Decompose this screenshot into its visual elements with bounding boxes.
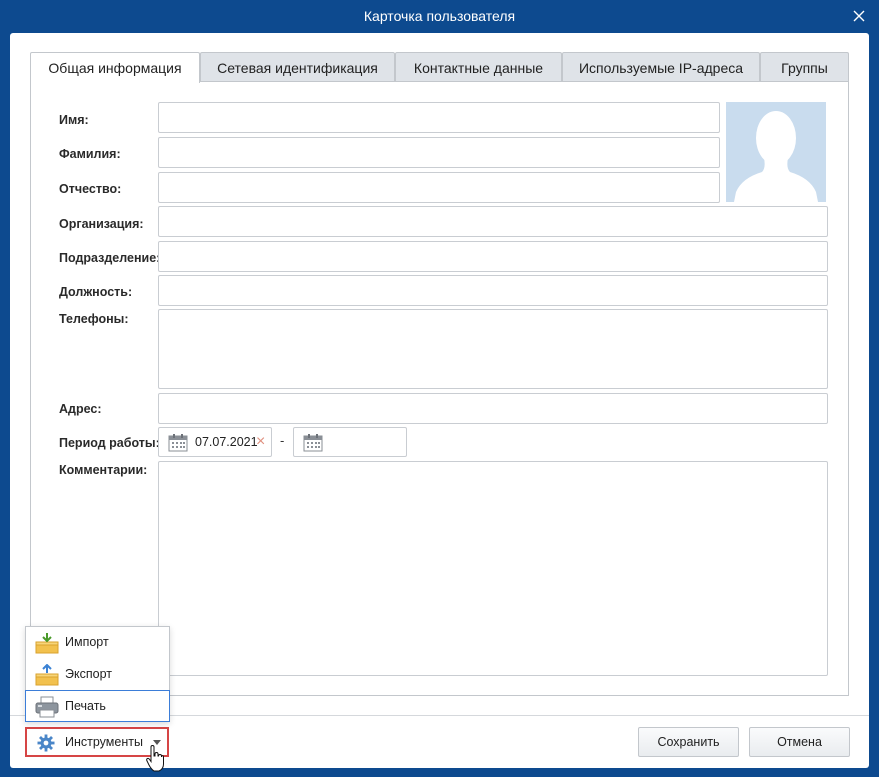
tab-ip-addresses[interactable]: Используемые IP-адреса [562, 52, 760, 82]
cancel-button[interactable]: Отмена [749, 727, 850, 757]
address-field[interactable] [158, 393, 828, 424]
first-name-field[interactable] [158, 102, 720, 133]
printer-icon [35, 696, 59, 718]
date-range-separator: - [280, 433, 285, 448]
menu-item-export-label: Экспорт [65, 667, 112, 681]
work-period-from-value: 07.07.2021 [195, 435, 258, 449]
export-icon [35, 664, 59, 686]
comments-label: Комментарии: [59, 463, 148, 477]
tab-groups[interactable]: Группы [760, 52, 849, 82]
gear-icon [37, 734, 55, 752]
last-name-field[interactable] [158, 137, 720, 168]
dialog-body: Общая информация Сетевая идентификация К… [10, 33, 869, 772]
middle-name-label: Отчество: [59, 182, 122, 196]
tab-general-info[interactable]: Общая информация [30, 52, 200, 83]
hand-cursor-icon [146, 745, 164, 772]
address-label: Адрес: [59, 402, 102, 416]
organization-field[interactable] [158, 206, 828, 237]
position-label: Должность: [59, 285, 133, 299]
first-name-label: Имя: [59, 113, 89, 127]
department-label: Подразделение: [59, 251, 161, 265]
work-period-label: Период работы: [59, 436, 160, 450]
calendar-icon[interactable] [168, 433, 188, 452]
avatar-silhouette-icon [726, 102, 826, 202]
menu-item-import-label: Импорт [65, 635, 109, 649]
user-photo-placeholder[interactable] [726, 102, 826, 202]
work-period-from-date[interactable]: 07.07.2021 × [158, 427, 272, 457]
phones-field[interactable] [158, 309, 828, 389]
menu-item-print-label: Печать [65, 699, 106, 713]
title-bar: Карточка пользователя [0, 0, 879, 33]
phones-label: Телефоны: [59, 312, 129, 326]
general-info-panel: Имя: Фамилия: Отчество: Организация: Под… [30, 81, 849, 696]
menu-item-import[interactable]: Импорт [26, 627, 169, 659]
window-title: Карточка пользователя [363, 8, 516, 24]
organization-label: Организация: [59, 217, 144, 231]
position-field[interactable] [158, 275, 828, 306]
comments-field[interactable] [158, 461, 828, 676]
clear-date-icon[interactable]: × [256, 433, 270, 451]
close-icon[interactable] [847, 4, 871, 28]
calendar-icon[interactable] [303, 433, 323, 452]
work-period-to-date[interactable] [293, 427, 407, 457]
menu-item-print[interactable]: Печать [25, 690, 170, 722]
user-card-window: Карточка пользователя Общая информация С… [0, 0, 879, 777]
middle-name-field[interactable] [158, 172, 720, 203]
save-button[interactable]: Сохранить [638, 727, 739, 757]
tab-network-identification[interactable]: Сетевая идентификация [200, 52, 395, 82]
tools-dropdown-menu: Импорт Экспорт Печать [25, 626, 170, 722]
tools-button-label: Инструменты [65, 735, 143, 749]
import-icon [35, 633, 59, 654]
last-name-label: Фамилия: [59, 147, 121, 161]
menu-item-export[interactable]: Экспорт [26, 659, 169, 691]
tab-contact-data[interactable]: Контактные данные [395, 52, 562, 82]
department-field[interactable] [158, 241, 828, 272]
